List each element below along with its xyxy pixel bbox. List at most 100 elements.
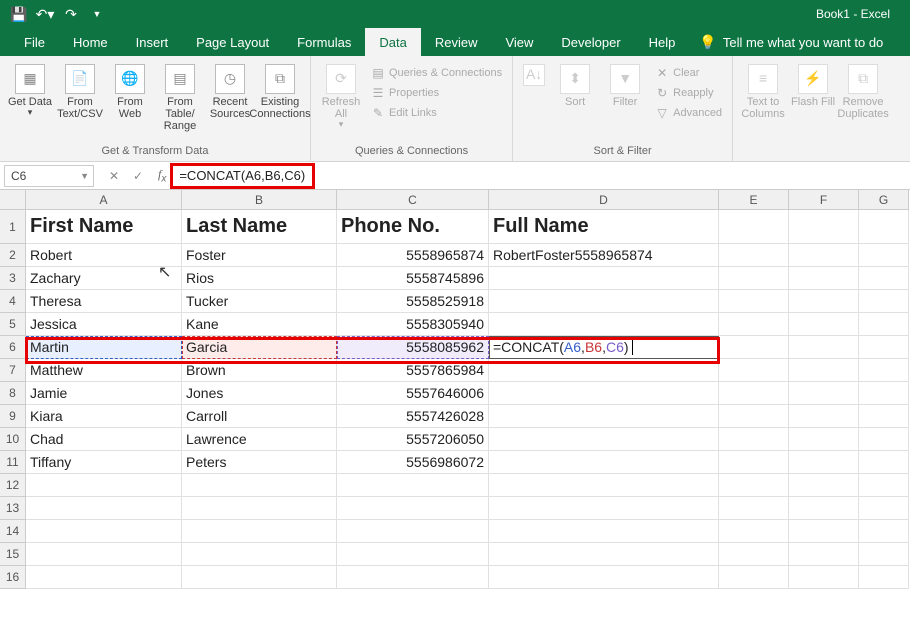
- cell[interactable]: [337, 497, 489, 520]
- enter-icon[interactable]: ✓: [128, 169, 148, 183]
- tab-review[interactable]: Review: [421, 28, 492, 56]
- cell[interactable]: [337, 543, 489, 566]
- cell[interactable]: [719, 244, 789, 267]
- cell[interactable]: [859, 474, 909, 497]
- cell[interactable]: [489, 428, 719, 451]
- cell[interactable]: [182, 497, 337, 520]
- cell[interactable]: [489, 313, 719, 336]
- existing-connections-button[interactable]: ⧉Existing Connections: [256, 60, 304, 120]
- row-header-3[interactable]: 3: [0, 267, 26, 290]
- cell[interactable]: [859, 543, 909, 566]
- tab-help[interactable]: Help: [635, 28, 690, 56]
- clear-button[interactable]: ✕Clear: [651, 64, 726, 82]
- recent-sources-button[interactable]: ◷Recent Sources: [206, 60, 254, 120]
- cell[interactable]: [859, 382, 909, 405]
- text-to-columns-button[interactable]: ≡Text to Columns: [739, 60, 787, 120]
- tab-home[interactable]: Home: [59, 28, 122, 56]
- cell[interactable]: [859, 520, 909, 543]
- col-header-f[interactable]: F: [789, 190, 859, 210]
- from-web-button[interactable]: 🌐From Web: [106, 60, 154, 120]
- cell[interactable]: 5558085962: [337, 336, 489, 359]
- cell[interactable]: [859, 244, 909, 267]
- row-header-1[interactable]: 1: [0, 210, 26, 244]
- name-box[interactable]: C6 ▼: [4, 165, 94, 187]
- cell[interactable]: [789, 566, 859, 589]
- cell[interactable]: [789, 336, 859, 359]
- cell[interactable]: [789, 313, 859, 336]
- row-header-10[interactable]: 10: [0, 428, 26, 451]
- cell[interactable]: [337, 474, 489, 497]
- cell[interactable]: 5556986072: [337, 451, 489, 474]
- cell[interactable]: First Name: [26, 210, 182, 244]
- cell[interactable]: Full Name: [489, 210, 719, 244]
- cell[interactable]: 5557206050: [337, 428, 489, 451]
- undo-icon[interactable]: ↶▾: [34, 3, 56, 25]
- row-header-16[interactable]: 16: [0, 566, 26, 589]
- cell[interactable]: [489, 290, 719, 313]
- cell[interactable]: [859, 359, 909, 382]
- row-header-11[interactable]: 11: [0, 451, 26, 474]
- row-header-12[interactable]: 12: [0, 474, 26, 497]
- properties-button[interactable]: ☰Properties: [367, 84, 506, 102]
- cell[interactable]: [26, 566, 182, 589]
- cell[interactable]: [337, 566, 489, 589]
- sort-button[interactable]: ⬍Sort: [551, 60, 599, 108]
- cell[interactable]: Matthew: [26, 359, 182, 382]
- cell[interactable]: [789, 428, 859, 451]
- cell[interactable]: [789, 267, 859, 290]
- tell-me[interactable]: 💡 Tell me what you want to do: [689, 28, 883, 56]
- cell[interactable]: [489, 359, 719, 382]
- from-table-button[interactable]: ▤From Table/ Range: [156, 60, 204, 132]
- tab-insert[interactable]: Insert: [122, 28, 183, 56]
- cell[interactable]: [859, 497, 909, 520]
- cell[interactable]: 5558965874: [337, 244, 489, 267]
- cell[interactable]: Martin: [26, 336, 182, 359]
- cell[interactable]: Peters: [182, 451, 337, 474]
- cell[interactable]: [789, 405, 859, 428]
- cell[interactable]: [859, 313, 909, 336]
- cell[interactable]: [719, 428, 789, 451]
- cell[interactable]: [719, 451, 789, 474]
- row-header-4[interactable]: 4: [0, 290, 26, 313]
- cell[interactable]: [337, 520, 489, 543]
- row-header-15[interactable]: 15: [0, 543, 26, 566]
- advanced-button[interactable]: ▽Advanced: [651, 104, 726, 122]
- cell[interactable]: 5558525918: [337, 290, 489, 313]
- refresh-all-button[interactable]: ⟳Refresh All▾: [317, 60, 365, 130]
- cell[interactable]: Kiara: [26, 405, 182, 428]
- cell[interactable]: [26, 520, 182, 543]
- cell[interactable]: Foster: [182, 244, 337, 267]
- row-header-9[interactable]: 9: [0, 405, 26, 428]
- cell[interactable]: Jessica: [26, 313, 182, 336]
- queries-connections-button[interactable]: ▤Queries & Connections: [367, 64, 506, 82]
- row-header-8[interactable]: 8: [0, 382, 26, 405]
- cell[interactable]: [859, 428, 909, 451]
- redo-icon[interactable]: ↷: [60, 3, 82, 25]
- cell[interactable]: Carroll: [182, 405, 337, 428]
- cell[interactable]: Lawrence: [182, 428, 337, 451]
- cell[interactable]: RobertFoster5558965874: [489, 244, 719, 267]
- cell[interactable]: Tucker: [182, 290, 337, 313]
- cell[interactable]: [859, 290, 909, 313]
- row-header-2[interactable]: 2: [0, 244, 26, 267]
- cell[interactable]: Robert: [26, 244, 182, 267]
- remove-duplicates-button[interactable]: ⧉Remove Duplicates: [839, 60, 887, 120]
- cell[interactable]: [489, 474, 719, 497]
- cell[interactable]: [26, 497, 182, 520]
- row-header-5[interactable]: 5: [0, 313, 26, 336]
- cell[interactable]: [719, 290, 789, 313]
- get-data-button[interactable]: ▦Get Data▾: [6, 60, 54, 118]
- cell[interactable]: [719, 382, 789, 405]
- cell[interactable]: [789, 451, 859, 474]
- cell[interactable]: [489, 451, 719, 474]
- cancel-icon[interactable]: ✕: [104, 169, 124, 183]
- cell[interactable]: [719, 520, 789, 543]
- row-header-14[interactable]: 14: [0, 520, 26, 543]
- cell[interactable]: [26, 543, 182, 566]
- cell[interactable]: [719, 405, 789, 428]
- col-header-a[interactable]: A: [26, 190, 182, 210]
- cell[interactable]: [489, 382, 719, 405]
- cell[interactable]: [182, 474, 337, 497]
- cell[interactable]: [789, 382, 859, 405]
- cell[interactable]: [489, 520, 719, 543]
